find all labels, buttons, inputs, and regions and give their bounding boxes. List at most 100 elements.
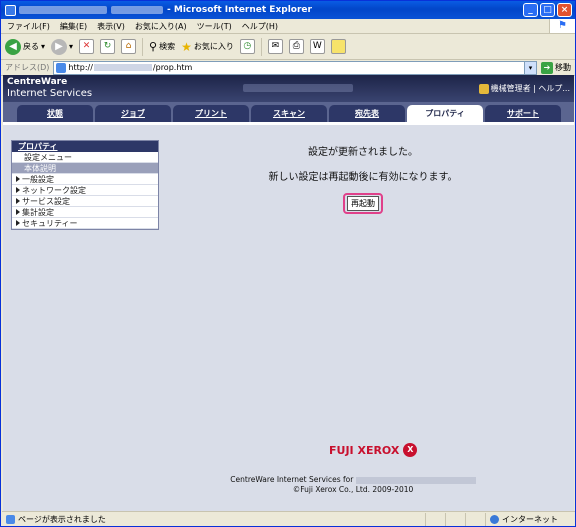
status-message: ページが表示されました <box>18 514 106 524</box>
refresh-button[interactable]: ↻ <box>100 39 116 54</box>
expand-icon <box>16 187 20 193</box>
restart-button[interactable]: 再起動 <box>347 196 379 211</box>
sidebar-header[interactable]: プロパティ <box>12 141 158 152</box>
sidebar-group-label: セキュリティー <box>22 219 78 228</box>
page-content: CentreWare Internet Services 機械管理者 | ヘルプ… <box>3 75 574 512</box>
tab-address-book[interactable]: 宛先表 <box>329 105 405 122</box>
cwis-brand: CentreWare Internet Services <box>7 77 92 99</box>
sidebar-group-label: 集計設定 <box>22 208 54 217</box>
admin-icon <box>478 83 489 94</box>
dropdown-icon: ▾ <box>41 42 46 51</box>
copyright: ©Fuji Xerox Co., Ltd. 2009-2010 <box>292 485 414 494</box>
admin-label: 機械管理者 | ヘルプ... <box>490 84 570 93</box>
minimize-button[interactable]: _ <box>523 3 538 17</box>
footer: CentreWare Internet Services for ©Fuji X… <box>203 475 503 495</box>
sidebar-group-general[interactable]: 一般設定 <box>12 174 158 185</box>
status-message-area: ページが表示されました <box>2 514 425 525</box>
title-bar: - Microsoft Internet Explorer _ □ × <box>1 1 575 19</box>
menu-bar: ファイル(F) 編集(E) 表示(V) お気に入り(A) ツール(T) ヘルプ(… <box>1 19 575 34</box>
tab-scan[interactable]: スキャン <box>251 105 327 122</box>
tab-status[interactable]: 状態 <box>17 105 93 122</box>
sidebar-group-label: サービス設定 <box>22 197 70 206</box>
star-icon: ★ <box>181 39 192 54</box>
status-bar: ページが表示されました インターネット <box>2 511 575 526</box>
sidebar-group-services[interactable]: サービス設定 <box>12 196 158 207</box>
tab-divider <box>3 122 574 125</box>
main-panel: 設定が更新されました。 新しい設定は再起動後に有効になります。 再起動 <box>163 135 563 214</box>
separator <box>142 37 144 56</box>
tab-support[interactable]: サポート <box>485 105 561 122</box>
favorites-button[interactable]: ★ お気に入り <box>181 40 234 54</box>
mail-button[interactable]: ✉ <box>267 39 283 54</box>
history-button[interactable]: ◷ <box>239 39 255 54</box>
reboot-required-message: 新しい設定は再起動後に有効になります。 <box>268 172 458 183</box>
globe-icon <box>490 514 499 524</box>
maximize-button[interactable]: □ <box>540 3 555 17</box>
redacted-model <box>243 84 353 92</box>
xerox-ball-icon: X <box>403 443 418 457</box>
close-button[interactable]: × <box>557 3 572 17</box>
toolbar: ◀ 戻る ▾ ▶ ▾ ✕ ↻ ⌂ ⚲ 検索 ★ お気に入り ◷ ✉ ⎙ W <box>1 34 575 60</box>
tab-jobs[interactable]: ジョブ <box>95 105 171 122</box>
expand-icon <box>16 198 20 204</box>
print-button[interactable]: ⎙ <box>288 39 304 54</box>
edit-button[interactable]: W <box>309 39 325 54</box>
address-label: アドレス(D) <box>5 63 50 72</box>
dropdown-icon: ▾ <box>69 42 74 51</box>
address-dropdown-icon[interactable]: ▾ <box>524 61 536 74</box>
sidebar-group-label: ネットワーク設定 <box>22 186 86 195</box>
menu-tools[interactable]: ツール(T) <box>197 21 232 32</box>
address-bar: アドレス(D) http:// /prop.htm ▾ ➔ 移動 <box>1 60 575 76</box>
nav-tabs: 状態 ジョブ プリント スキャン 宛先表 プロパティ サポート <box>3 102 574 122</box>
redacted-title <box>19 6 107 14</box>
separator <box>260 37 262 56</box>
expand-icon <box>16 209 20 215</box>
menu-edit[interactable]: 編集(E) <box>60 21 87 32</box>
redacted-model <box>355 476 476 484</box>
home-button[interactable]: ⌂ <box>121 39 137 54</box>
status-cell <box>445 512 465 526</box>
search-button[interactable]: ⚲ 検索 <box>149 40 175 53</box>
security-zone: インターネット <box>485 512 575 526</box>
admin-link[interactable]: 機械管理者 | ヘルプ... <box>478 83 570 94</box>
search-icon: ⚲ <box>149 40 158 53</box>
go-button[interactable]: ➔ 移動 <box>541 61 575 74</box>
sidebar-group-accounting[interactable]: 集計設定 <box>12 207 158 218</box>
forward-button[interactable]: ▶ ▾ <box>51 38 74 55</box>
address-suffix: /prop.htm <box>152 63 193 72</box>
favorites-label: お気に入り <box>193 42 234 51</box>
sidebar-item-settings-menu[interactable]: 設定メニュー <box>12 152 158 163</box>
stop-button[interactable]: ✕ <box>79 39 95 54</box>
redacted-host <box>93 64 152 71</box>
settings-updated-message: 設定が更新されました。 <box>308 147 418 158</box>
zone-label: インターネット <box>502 514 558 524</box>
page-icon <box>56 62 67 73</box>
tab-print[interactable]: プリント <box>173 105 249 122</box>
menu-favorites[interactable]: お気に入り(A) <box>135 21 187 32</box>
browser-window: - Microsoft Internet Explorer _ □ × ファイル… <box>0 0 576 527</box>
sidebar-group-network[interactable]: ネットワーク設定 <box>12 185 158 196</box>
ie-icon <box>5 4 16 16</box>
search-label: 検索 <box>159 42 176 51</box>
menu-file[interactable]: ファイル(F) <box>7 21 50 32</box>
brand-line1: CentreWare <box>7 77 68 87</box>
sidebar-group-security[interactable]: セキュリティー <box>12 218 158 229</box>
footer-product-text: CentreWare Internet Services for <box>230 475 354 484</box>
cwis-banner: CentreWare Internet Services 機械管理者 | ヘルプ… <box>3 75 574 102</box>
sidebar-item-device-description[interactable]: 本体説明 <box>12 163 158 174</box>
back-button[interactable]: ◀ 戻る ▾ <box>5 38 46 55</box>
footer-line1: CentreWare Internet Services for <box>203 475 503 485</box>
restart-highlight: 再起動 <box>343 193 383 214</box>
expand-icon <box>16 220 20 226</box>
notes-button[interactable] <box>330 39 346 54</box>
address-input[interactable]: http:// /prop.htm ▾ <box>53 60 537 75</box>
brand-line2: Internet Services <box>7 88 93 99</box>
menu-view[interactable]: 表示(V) <box>97 21 125 32</box>
tab-properties[interactable]: プロパティ <box>407 105 483 122</box>
menu-help[interactable]: ヘルプ(H) <box>242 21 278 32</box>
back-label: 戻る <box>23 42 39 51</box>
page-done-icon <box>6 514 15 524</box>
forward-arrow-icon: ▶ <box>51 38 68 55</box>
redacted-title <box>111 6 163 14</box>
window-title: - Microsoft Internet Explorer <box>167 5 312 15</box>
